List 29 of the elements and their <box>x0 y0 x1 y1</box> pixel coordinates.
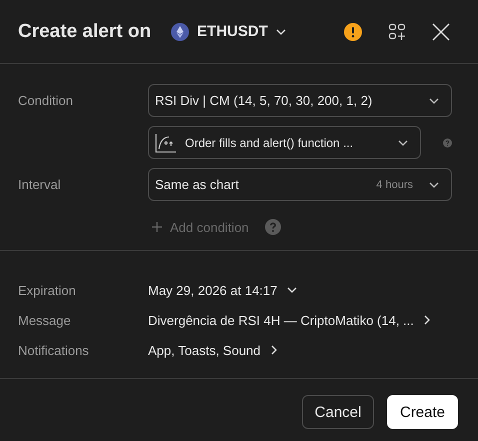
setting-value[interactable]: May 29, 2026 at 14:17 <box>148 282 298 298</box>
add-widget-icon[interactable] <box>388 22 406 40</box>
setting-value[interactable]: App, Toasts, Sound <box>148 342 277 358</box>
warning-icon[interactable] <box>344 22 362 40</box>
cancel-button[interactable]: Cancel <box>302 395 374 429</box>
chevron-down-icon <box>429 98 439 104</box>
setting-value[interactable]: Divergência de RSI 4H — CriptoMatiko (14, ... <box>148 312 430 328</box>
interval-label: Interval <box>18 177 62 192</box>
strategy-chart-icon <box>155 132 177 152</box>
chevron-right-icon <box>424 315 430 325</box>
chevron-down-icon <box>276 28 286 34</box>
setting-label: Message <box>18 312 72 328</box>
chevron-down-icon <box>287 287 298 293</box>
setting-label: Expiration <box>18 282 77 298</box>
setting-label: Notifications <box>18 342 90 358</box>
dialog-title: Create alert on <box>18 20 152 42</box>
symbol-selector[interactable]: ETHUSDT <box>169 20 288 42</box>
interval-select[interactable]: Same as chart 4 hours <box>148 168 452 201</box>
chevron-right-icon <box>270 345 277 355</box>
close-icon[interactable] <box>432 22 450 40</box>
chevron-down-icon <box>429 182 439 188</box>
condition-label: Condition <box>18 93 74 108</box>
ethereum-icon <box>171 22 190 40</box>
create-button[interactable]: Create <box>387 395 458 429</box>
plus-icon <box>152 222 162 232</box>
indicator-select[interactable]: RSI Div | CM (14, 5, 70, 30, 200, 1, 2) <box>148 84 452 117</box>
chevron-down-icon <box>398 140 408 146</box>
help-icon[interactable] <box>264 219 281 235</box>
trigger-select[interactable]: Order fills and alert() function ... <box>148 126 421 159</box>
